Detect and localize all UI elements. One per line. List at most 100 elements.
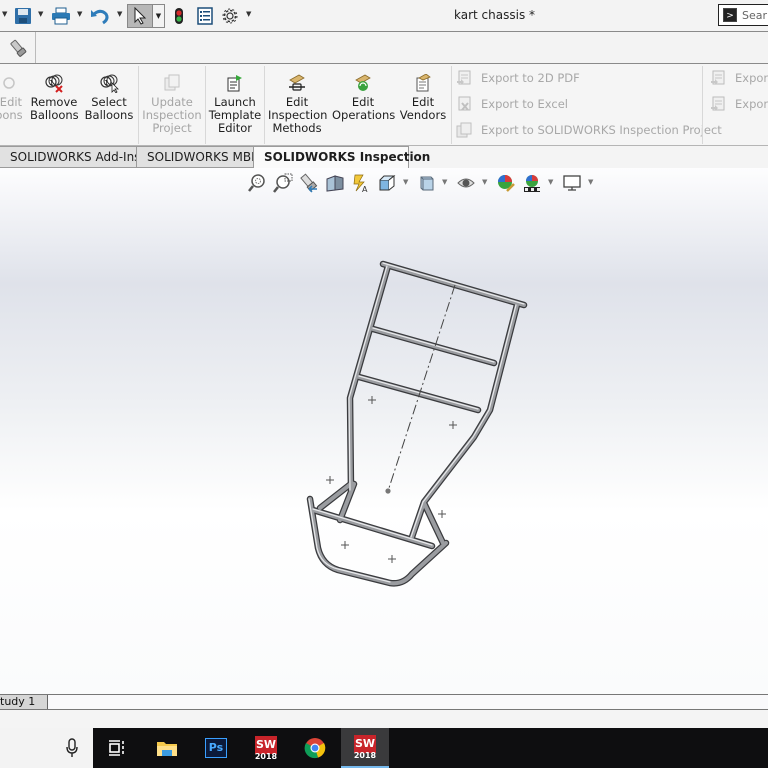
solidworks-2018-button[interactable]: SW 2018: [242, 728, 290, 768]
search-input[interactable]: > Sear: [718, 4, 768, 26]
chevron-down-icon[interactable]: ▼: [548, 178, 553, 186]
microphone-button[interactable]: [48, 728, 96, 768]
undo-button[interactable]: [89, 5, 111, 27]
zoom-to-fit-icon[interactable]: [247, 173, 267, 193]
options-button[interactable]: [220, 5, 240, 27]
status-bar: [0, 710, 768, 728]
file-properties-button[interactable]: [195, 5, 215, 27]
photoshop-button[interactable]: Ps: [192, 728, 240, 768]
edit-inspection-methods-icon: [289, 74, 305, 91]
ribbon-button-launch-template-editor[interactable]: Launch Template Editor: [208, 72, 262, 135]
tab-label: SOLIDWORKS Add-Ins: [10, 150, 141, 164]
svg-text:1: 1: [49, 79, 53, 87]
flashlight-button[interactable]: [0, 32, 36, 63]
ribbon-label: Methods: [272, 121, 322, 135]
tab-study-1[interactable]: tudy 1: [0, 695, 48, 709]
view-orientation-icon[interactable]: [377, 173, 397, 193]
ribbon-button-update-inspection-project[interactable]: Update Inspection Project: [142, 72, 202, 135]
ribbon-button-remove-balloons[interactable]: 1 Remove Balloons: [30, 72, 79, 122]
chevron-down-icon[interactable]: ▼: [2, 10, 7, 18]
tab-label: SOLIDWORKS MBD: [147, 150, 261, 164]
select-dropdown[interactable]: ▼: [153, 4, 165, 28]
view-settings-icon[interactable]: [562, 173, 582, 193]
export-to-excel-button[interactable]: Export to Excel: [456, 96, 568, 112]
export-label: Export: [735, 71, 768, 85]
tab-solidworks-add-ins[interactable]: SOLIDWORKS Add-Ins: [0, 146, 141, 168]
save-button[interactable]: [12, 5, 34, 27]
chrome-icon: [304, 738, 326, 759]
update-project-icon: [164, 74, 180, 91]
window-title: kart chassis *: [454, 8, 536, 22]
ribbon-separator: [702, 66, 703, 144]
undo-icon: [91, 9, 109, 25]
export-button[interactable]: Export: [710, 96, 768, 112]
command-search-icon: >: [723, 8, 737, 22]
chevron-down-icon[interactable]: ▼: [442, 178, 447, 186]
ribbon-label: Editor: [217, 121, 253, 135]
section-view-icon[interactable]: [325, 173, 345, 193]
ribbon-button-select-balloons[interactable]: 1 Select Balloons: [84, 72, 134, 122]
export-icon: [711, 70, 725, 85]
solidworks-2018-active-button[interactable]: SW 2018: [341, 728, 389, 768]
ribbon-label: Balloons: [84, 108, 134, 122]
kart-chassis-model[interactable]: [0, 168, 768, 694]
dynamic-annotation-icon[interactable]: A: [351, 173, 371, 193]
microphone-icon: [66, 738, 78, 757]
chrome-button[interactable]: [291, 728, 339, 768]
search-placeholder: Sear: [742, 8, 768, 22]
chevron-down-icon[interactable]: ▼: [246, 10, 251, 18]
chevron-down-icon[interactable]: ▼: [482, 178, 487, 186]
ribbon-separator: [451, 66, 452, 144]
file-explorer-button[interactable]: [143, 728, 191, 768]
graphics-area[interactable]: [0, 168, 768, 694]
balloon-icon: [3, 77, 15, 89]
flashlight-icon: [9, 39, 26, 57]
solidworks-version-label: 2018: [353, 751, 377, 760]
print-button[interactable]: [50, 5, 72, 27]
previous-view-icon[interactable]: [299, 173, 319, 193]
apply-scene-icon[interactable]: [522, 173, 542, 193]
chevron-down-icon[interactable]: ▼: [403, 178, 408, 186]
solidworks-version-label: 2018: [254, 752, 278, 761]
file-properties-icon: [197, 7, 213, 25]
ribbon-button-edit-operations[interactable]: Edit Operations: [332, 72, 395, 122]
chevron-down-icon[interactable]: ▼: [117, 10, 122, 18]
export-button[interactable]: Export: [710, 70, 768, 86]
select-button[interactable]: [127, 4, 153, 28]
chevron-down-icon[interactable]: ▼: [38, 10, 43, 18]
tab-label: SOLIDWORKS Inspection: [264, 150, 431, 164]
chevron-down-icon: ▼: [155, 12, 162, 20]
launch-template-icon: [227, 75, 242, 92]
hide-show-items-icon[interactable]: [456, 173, 476, 193]
ribbon-button-add-edit-balloons[interactable]: /Edit oons: [0, 72, 26, 122]
ribbon-label: oons: [0, 108, 23, 122]
export-excel-icon: [458, 96, 471, 111]
export-project-icon: [456, 122, 472, 138]
chevron-down-icon[interactable]: ▼: [77, 10, 82, 18]
display-style-icon[interactable]: [417, 173, 437, 193]
chevron-down-icon[interactable]: ▼: [588, 178, 593, 186]
zoom-to-area-icon[interactable]: [273, 173, 293, 193]
edit-vendors-icon: [416, 74, 431, 92]
solidworks-icon: SW 2018: [254, 736, 278, 761]
tab-solidworks-mbd[interactable]: SOLIDWORKS MBD: [136, 146, 260, 168]
export-label: Export: [735, 97, 768, 111]
edit-appearance-icon[interactable]: [496, 173, 516, 193]
traffic-light-icon: [175, 8, 183, 24]
ribbon-separator: [264, 66, 265, 144]
tab-label: tudy 1: [0, 695, 36, 708]
windows-taskbar: Ps SW 2018 SW 2018: [0, 728, 768, 768]
export-to-inspection-project-button[interactable]: Export to SOLIDWORKS Inspection Project: [456, 122, 722, 138]
cursor-icon: [134, 7, 147, 25]
export-label: Export to SOLIDWORKS Inspection Project: [481, 123, 722, 137]
rebuild-button[interactable]: [170, 5, 188, 27]
task-view-button[interactable]: [93, 728, 141, 768]
export-to-2d-pdf-button[interactable]: Export to 2D PDF: [456, 70, 580, 86]
ribbon-button-edit-inspection-methods[interactable]: Edit Inspection Methods: [268, 72, 327, 135]
ribbon-label: Vendors: [399, 108, 447, 122]
export-label: Export to 2D PDF: [481, 71, 580, 85]
tab-solidworks-inspection[interactable]: SOLIDWORKS Inspection: [253, 146, 430, 169]
ribbon-separator: [205, 66, 206, 144]
solidworks-icon: SW 2018: [353, 735, 377, 760]
ribbon-button-edit-vendors[interactable]: Edit Vendors: [398, 72, 448, 122]
